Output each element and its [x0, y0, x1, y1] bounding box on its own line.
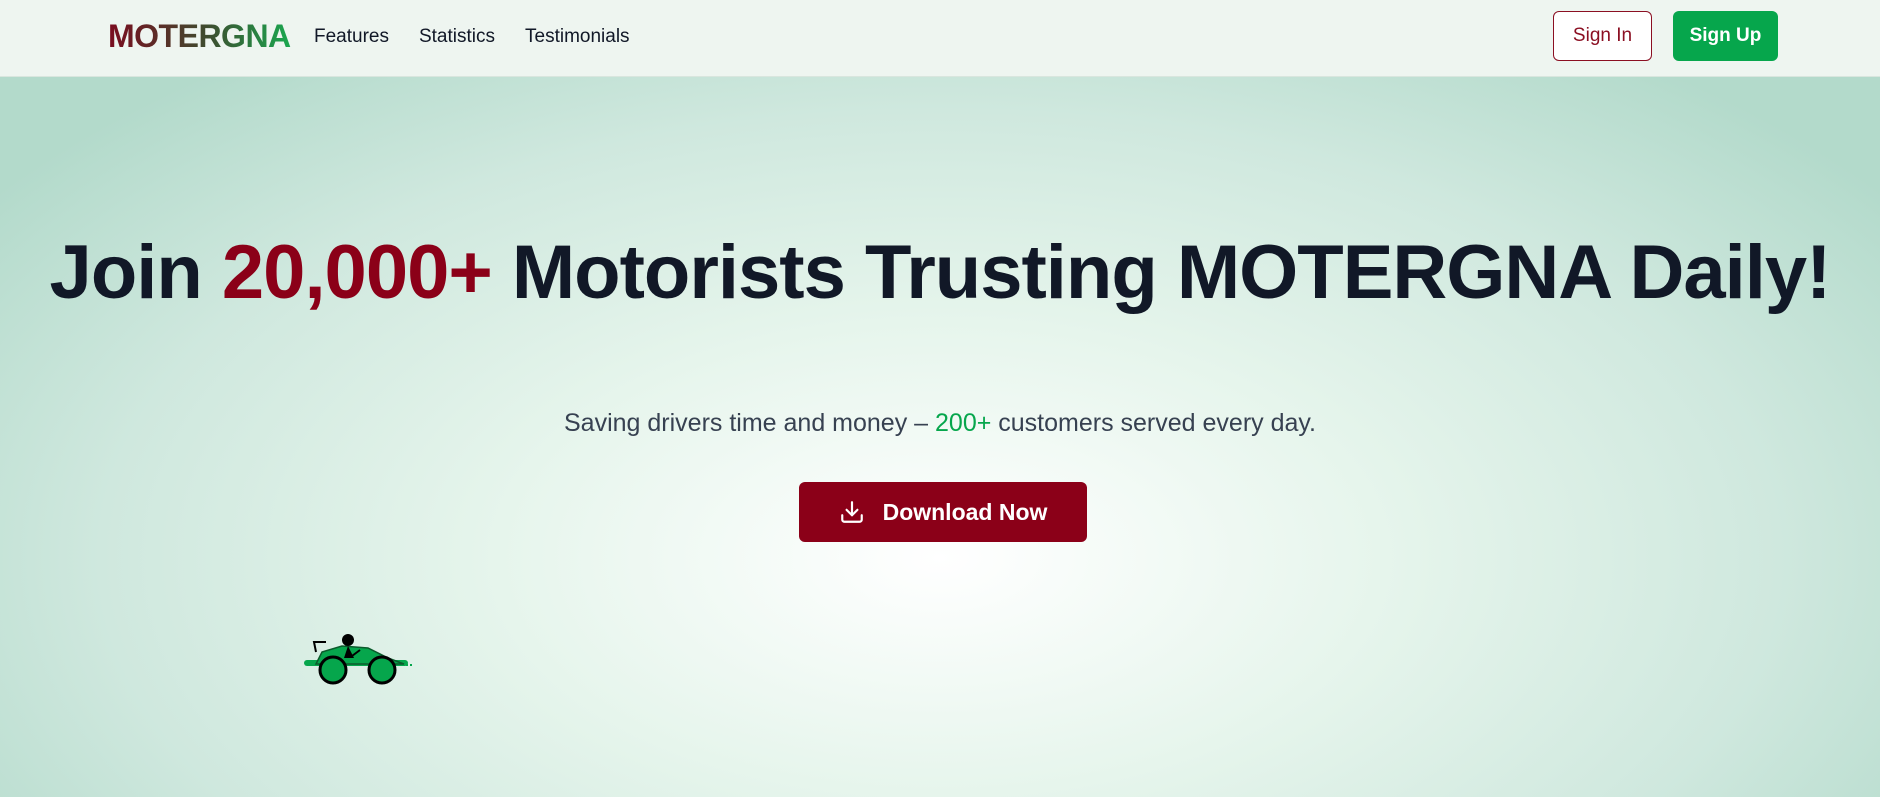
hero-subtitle: Saving drivers time and money – 200+ cus… — [0, 409, 1880, 438]
hero-subtitle-pre: Saving drivers time and money – — [564, 409, 936, 437]
nav-link-testimonials[interactable]: Testimonials — [525, 26, 630, 48]
car-icon — [302, 628, 414, 691]
hero-title-pre: Join — [49, 230, 222, 315]
nav-link-features[interactable]: Features — [314, 26, 389, 48]
download-icon — [839, 499, 865, 525]
navbar: MOTERGNA Features Statistics Testimonial… — [0, 0, 1880, 77]
nav-link-statistics[interactable]: Statistics — [419, 26, 495, 48]
hero-title-accent: 20,000+ — [221, 230, 493, 315]
nav-links: Features Statistics Testimonials — [314, 26, 630, 48]
hero-subtitle-post: customers served every day. — [991, 409, 1316, 437]
hero-title: Join 20,000+ Motorists Trusting MOTERGNA… — [0, 234, 1880, 312]
download-now-label: Download Now — [882, 498, 1048, 525]
hero-subtitle-accent: 200+ — [935, 409, 992, 437]
sign-in-button[interactable]: Sign In — [1553, 11, 1652, 61]
download-now-button[interactable]: Download Now — [799, 482, 1087, 542]
sign-up-button[interactable]: Sign Up — [1673, 11, 1778, 61]
hero-title-post: Motorists Trusting MOTERGNA Daily! — [491, 230, 1832, 315]
logo[interactable]: MOTERGNA — [108, 18, 291, 55]
